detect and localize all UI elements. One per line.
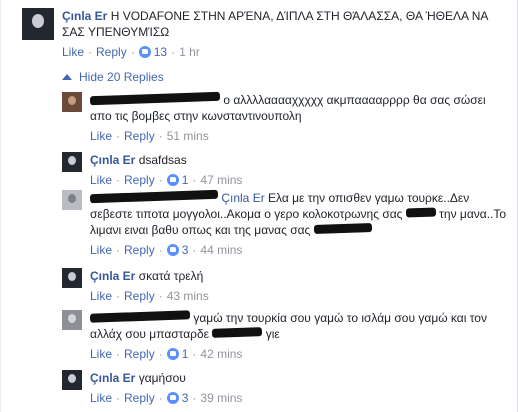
reply-item: Çınla Er dsafdsas Like · Reply · 1 · 47 …	[62, 152, 512, 188]
redaction-mark	[405, 207, 436, 218]
reply-button[interactable]: Reply	[124, 390, 155, 406]
timestamp[interactable]: 39 mins	[200, 390, 242, 406]
redaction-mark	[212, 327, 263, 338]
avatar[interactable]	[62, 190, 82, 210]
reply-button[interactable]: Reply	[124, 172, 155, 188]
reply-author[interactable]: Çınla Er	[90, 269, 135, 283]
separator: ·	[116, 129, 121, 143]
like-button[interactable]: Like	[90, 346, 112, 362]
like-button[interactable]: Like	[62, 44, 84, 60]
comment-content: Çınla Er Η VODAFONE ΣΤΗΝ ΑΡΈΝΑ, ΔΊΠΛΑ ΣΤ…	[62, 8, 512, 40]
like-count[interactable]: 1	[182, 346, 189, 362]
reply-button[interactable]: Reply	[124, 346, 155, 362]
avatar[interactable]	[62, 370, 82, 390]
redaction-mark	[89, 189, 219, 204]
reply-author[interactable]: Çınla Er	[90, 371, 135, 385]
reply-item: Çınla Er σκατά τρελή Like · Reply · 43 m…	[62, 268, 512, 304]
separator: ·	[192, 173, 197, 187]
reply-content: Çınla Er dsafdsas	[90, 152, 508, 168]
like-button[interactable]: Like	[90, 390, 112, 406]
avatar[interactable]	[62, 152, 82, 172]
avatar[interactable]	[22, 8, 54, 40]
avatar[interactable]	[62, 268, 82, 288]
separator: ·	[116, 347, 121, 361]
like-button[interactable]: Like	[90, 288, 112, 304]
reply-mention[interactable]: Çınla Er	[221, 191, 264, 205]
reply-content: Çınla Er Ελα με την οπισθεν γαμω τουρκε.…	[89, 189, 508, 238]
hide-replies-button[interactable]: Hide 20 Replies	[62, 70, 164, 84]
reply-actions: Like · Reply · 1 · 47 mins	[90, 172, 508, 188]
reply-content: γαμώ την τουρκία σου γαμώ το ισλάμ σου γ…	[89, 310, 508, 342]
separator: ·	[192, 391, 197, 405]
reply-text: σκατά τρελή	[138, 269, 204, 283]
like-count[interactable]: 3	[182, 242, 189, 258]
timestamp[interactable]: 1 hr	[179, 44, 200, 60]
reply-button[interactable]: Reply	[124, 128, 155, 144]
separator: ·	[88, 45, 93, 59]
like-count[interactable]: 1	[182, 172, 189, 188]
avatar[interactable]	[62, 92, 82, 112]
separator: ·	[158, 347, 163, 361]
timestamp[interactable]: 47 mins	[200, 172, 242, 188]
reply-content: Çınla Er γαμήσου	[90, 370, 508, 386]
redaction-mark	[89, 310, 191, 323]
like-icon	[138, 46, 151, 58]
comment-text: Η VODAFONE ΣΤΗΝ ΑΡΈΝΑ, ΔΊΠΛΑ ΣΤΗ ΘΆΛΑΣΣΑ…	[62, 9, 488, 39]
timestamp[interactable]: 51 mins	[167, 128, 209, 144]
separator: ·	[116, 391, 121, 405]
separator: ·	[158, 243, 163, 257]
reply-text: γαμήσου	[138, 371, 186, 385]
like-button[interactable]: Like	[90, 242, 112, 258]
caret-up-icon	[62, 74, 72, 80]
reply-content: Çınla Er σκατά τρελή	[90, 268, 508, 284]
separator: ·	[158, 129, 163, 143]
separator: ·	[116, 173, 121, 187]
separator: ·	[192, 347, 197, 361]
redaction-mark	[313, 222, 372, 235]
timestamp[interactable]: 42 mins	[200, 346, 242, 362]
reply-content: ο αλλλλααααχχχχχ ακμπααααρρρρ θα σας σώσ…	[89, 91, 508, 124]
reply-actions: Like · Reply · 3 · 44 mins	[90, 242, 508, 258]
reply-actions: Like · Reply · 51 mins	[90, 128, 508, 144]
separator: ·	[158, 289, 163, 303]
reply-button[interactable]: Reply	[124, 288, 155, 304]
hide-replies-label: Hide 20 Replies	[79, 70, 164, 84]
reply-button[interactable]: Reply	[124, 242, 155, 258]
separator: ·	[130, 45, 135, 59]
like-button[interactable]: Like	[90, 172, 112, 188]
separator: ·	[116, 289, 121, 303]
separator: ·	[158, 391, 163, 405]
avatar[interactable]	[62, 310, 82, 330]
reply-item: Çınla Er Ελα με την οπισθεν γαμω τουρκε.…	[62, 189, 512, 258]
timestamp[interactable]: 44 mins	[200, 242, 242, 258]
redaction-mark	[89, 91, 221, 106]
like-count[interactable]: 3	[182, 390, 189, 406]
reply-item: Çınla Er γαμήσου Like · Reply · 3 · 39 m…	[62, 370, 512, 406]
reply-text-continued: γιε	[265, 327, 280, 341]
timestamp[interactable]: 43 mins	[167, 288, 209, 304]
like-icon	[166, 174, 179, 186]
separator: ·	[158, 173, 163, 187]
reply-author[interactable]: Çınla Er	[90, 153, 135, 167]
reply-button[interactable]: Reply	[96, 44, 127, 60]
separator: ·	[171, 45, 176, 59]
reply-text: dsafdsas	[138, 153, 187, 167]
reply-item: ο αλλλλααααχχχχχ ακμπααααρρρρ θα σας σώσ…	[62, 91, 512, 144]
like-icon	[166, 392, 179, 404]
reply-item: γαμώ την τουρκία σου γαμώ το ισλάμ σου γ…	[62, 310, 512, 362]
separator: ·	[116, 243, 121, 257]
like-button[interactable]: Like	[90, 128, 112, 144]
comment-actions: Like · Reply · 13 · 1 hr	[62, 44, 512, 60]
separator: ·	[192, 243, 197, 257]
top-comment: Çınla Er Η VODAFONE ΣΤΗΝ ΑΡΈΝΑ, ΔΊΠΛΑ ΣΤ…	[22, 8, 512, 60]
reply-actions: Like · Reply · 43 mins	[90, 288, 508, 304]
reply-actions: Like · Reply · 3 · 39 mins	[90, 390, 508, 406]
like-icon	[166, 244, 179, 256]
like-count[interactable]: 13	[154, 44, 167, 60]
comment-author[interactable]: Çınla Er	[62, 9, 107, 23]
reply-actions: Like · Reply · 1 · 42 mins	[90, 346, 508, 362]
like-icon	[166, 348, 179, 360]
